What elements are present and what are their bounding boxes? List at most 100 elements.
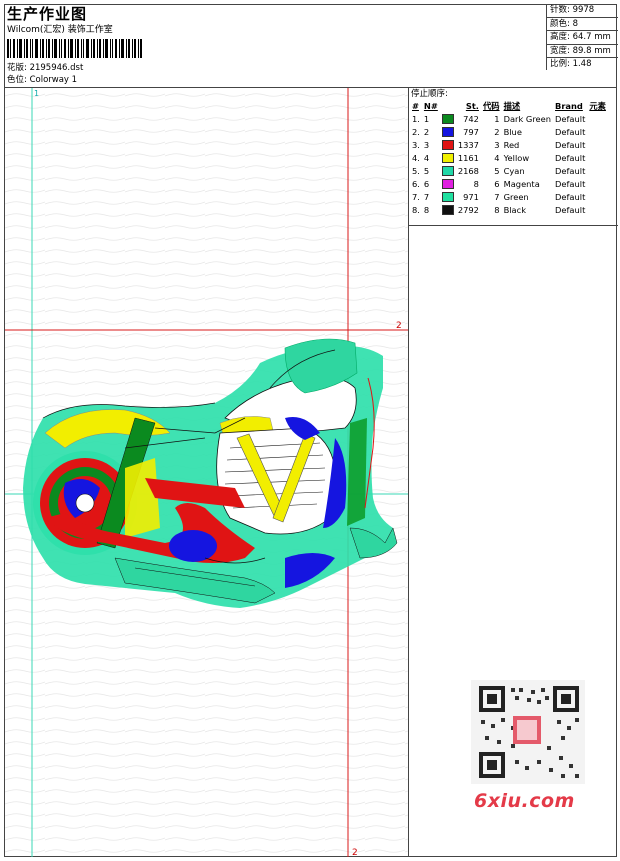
- company-name: Wilcom(汇宏) 装饰工作室: [7, 25, 113, 35]
- stop-stitches: 1161: [457, 152, 479, 163]
- stop-row: 4. 4 1161 4 Yellow Default: [410, 151, 608, 164]
- colorway-value: Colorway 1: [29, 75, 78, 85]
- stat-colors: 颜色: 8: [547, 18, 618, 31]
- stop-code: 1: [494, 113, 500, 124]
- stop-needle: 6: [423, 178, 430, 189]
- stop-brand: Default: [555, 113, 586, 124]
- stop-brand: Default: [555, 126, 586, 137]
- stop-row: 5. 5 2168 5 Cyan Default: [410, 164, 608, 177]
- stop-swatch: [440, 151, 456, 164]
- stop-index: 3.: [412, 139, 420, 150]
- col-swatch: [440, 100, 456, 112]
- color-swatch: [441, 204, 454, 215]
- stop-stitches: 1337: [457, 139, 479, 150]
- color-swatch: [441, 191, 454, 202]
- stop-description: Black: [503, 204, 527, 215]
- stop-stitches: 2168: [457, 165, 479, 176]
- stat-stitches: 针数: 9978: [547, 4, 618, 18]
- stop-code: 8: [494, 204, 500, 215]
- stop-row: 8. 8 2792 8 Black Default: [410, 203, 608, 216]
- stop-brand: Default: [555, 139, 586, 150]
- stop-sequence-title: 停止顺序:: [411, 89, 448, 99]
- stop-index: 7.: [412, 191, 420, 202]
- stop-swatch: [440, 125, 456, 138]
- col-index: #: [412, 101, 419, 111]
- stop-needle: 3: [423, 139, 430, 150]
- stop-brand: Default: [555, 152, 586, 163]
- stop-stitches: 971: [463, 191, 479, 202]
- col-code: 代码: [482, 101, 500, 111]
- page-title: 生产作业图: [7, 5, 88, 23]
- stop-index: 5.: [412, 165, 420, 176]
- color-swatch: [441, 126, 454, 137]
- stop-swatch: [440, 164, 456, 177]
- stop-stitches: 8: [473, 178, 479, 189]
- col-element: 元素: [589, 101, 606, 111]
- stop-brand: Default: [555, 191, 586, 202]
- stop-code: 3: [494, 139, 500, 150]
- col-stitches: St.: [465, 101, 479, 111]
- stats-box: 针数: 9978 颜色: 8 高度: 64.7 mm 宽度: 89.8 mm 比…: [546, 4, 618, 70]
- qr-code-pattern: [479, 686, 579, 778]
- stop-element: [587, 164, 608, 177]
- colorway-label: 色位:: [7, 75, 27, 85]
- guide-label-top: 1: [34, 89, 39, 98]
- watermark-logo: 6xiu.com: [474, 790, 575, 812]
- stop-row: 1. 1 742 1 Dark Green Default: [410, 112, 608, 125]
- stop-description: Magenta: [503, 178, 540, 189]
- stop-element: [587, 138, 608, 151]
- stop-row: 2. 2 797 2 Blue Default: [410, 125, 608, 138]
- stop-needle: 2: [423, 126, 430, 137]
- stop-brand: Default: [555, 204, 586, 215]
- stop-element: [587, 190, 608, 203]
- stop-code: 7: [494, 191, 500, 202]
- stop-needle: 5: [423, 165, 430, 176]
- color-swatch: [441, 139, 454, 150]
- stat-width: 宽度: 89.8 mm: [547, 45, 618, 58]
- design-file-label: 花版:: [7, 63, 27, 73]
- stop-sequence-panel: 停止顺序: # N# St. 代码 描述 Brand 元素 1. 1 742 1 Dar…: [408, 88, 618, 226]
- stop-row: 7. 7 971 7 Green Default: [410, 190, 608, 203]
- stop-description: Yellow: [503, 152, 530, 163]
- header-left: 生产作业图 Wilcom(汇宏) 装饰工作室 花版: 2195946.dst 色…: [7, 6, 542, 86]
- stop-element: [587, 112, 608, 125]
- stop-needle: 4: [423, 152, 430, 163]
- guide-label-h: 2: [396, 321, 402, 331]
- stop-brand: Default: [555, 178, 586, 189]
- stop-description: Green: [503, 191, 529, 202]
- color-swatch: [441, 152, 454, 163]
- colorway-line: 色位: Colorway 1: [7, 74, 542, 86]
- col-brand: Brand: [555, 101, 583, 111]
- stop-needle: 1: [423, 113, 430, 124]
- stop-swatch: [440, 177, 456, 190]
- stop-index: 6.: [412, 178, 420, 189]
- col-description: 描述: [503, 101, 521, 111]
- color-swatch: [441, 113, 454, 124]
- design-file-line: 花版: 2195946.dst: [7, 62, 542, 74]
- stop-needle: 7: [423, 191, 430, 202]
- stop-description: Dark Green: [503, 113, 552, 124]
- stop-index: 2.: [412, 126, 420, 137]
- guide-label-v: 2: [352, 848, 358, 857]
- stop-element: [587, 203, 608, 216]
- stat-scale: 比例: 1.48: [550, 59, 592, 69]
- qr-code: [471, 680, 585, 784]
- design-file-value: 2195946.dst: [29, 63, 84, 73]
- stop-stitches: 797: [463, 126, 479, 137]
- stop-swatch: [440, 112, 456, 125]
- color-swatch: [441, 178, 454, 189]
- stop-code: 2: [494, 126, 500, 137]
- panel-divider: [408, 225, 409, 857]
- stat-height: 高度: 64.7 mm: [547, 31, 618, 45]
- embroidery-canvas: 1 2 2: [5, 88, 408, 857]
- stop-row: 6. 6 8 6 Magenta Default: [410, 177, 608, 190]
- stop-code: 4: [494, 152, 500, 163]
- stop-swatch: [440, 138, 456, 151]
- stop-index: 1.: [412, 113, 420, 124]
- stop-code: 5: [494, 165, 500, 176]
- stop-brand: Default: [555, 165, 586, 176]
- color-swatch: [441, 165, 454, 176]
- stop-swatch: [440, 190, 456, 203]
- stop-code: 6: [494, 178, 500, 189]
- stop-sequence-table: # N# St. 代码 描述 Brand 元素 1. 1 742 1 Dark Gree…: [410, 100, 608, 216]
